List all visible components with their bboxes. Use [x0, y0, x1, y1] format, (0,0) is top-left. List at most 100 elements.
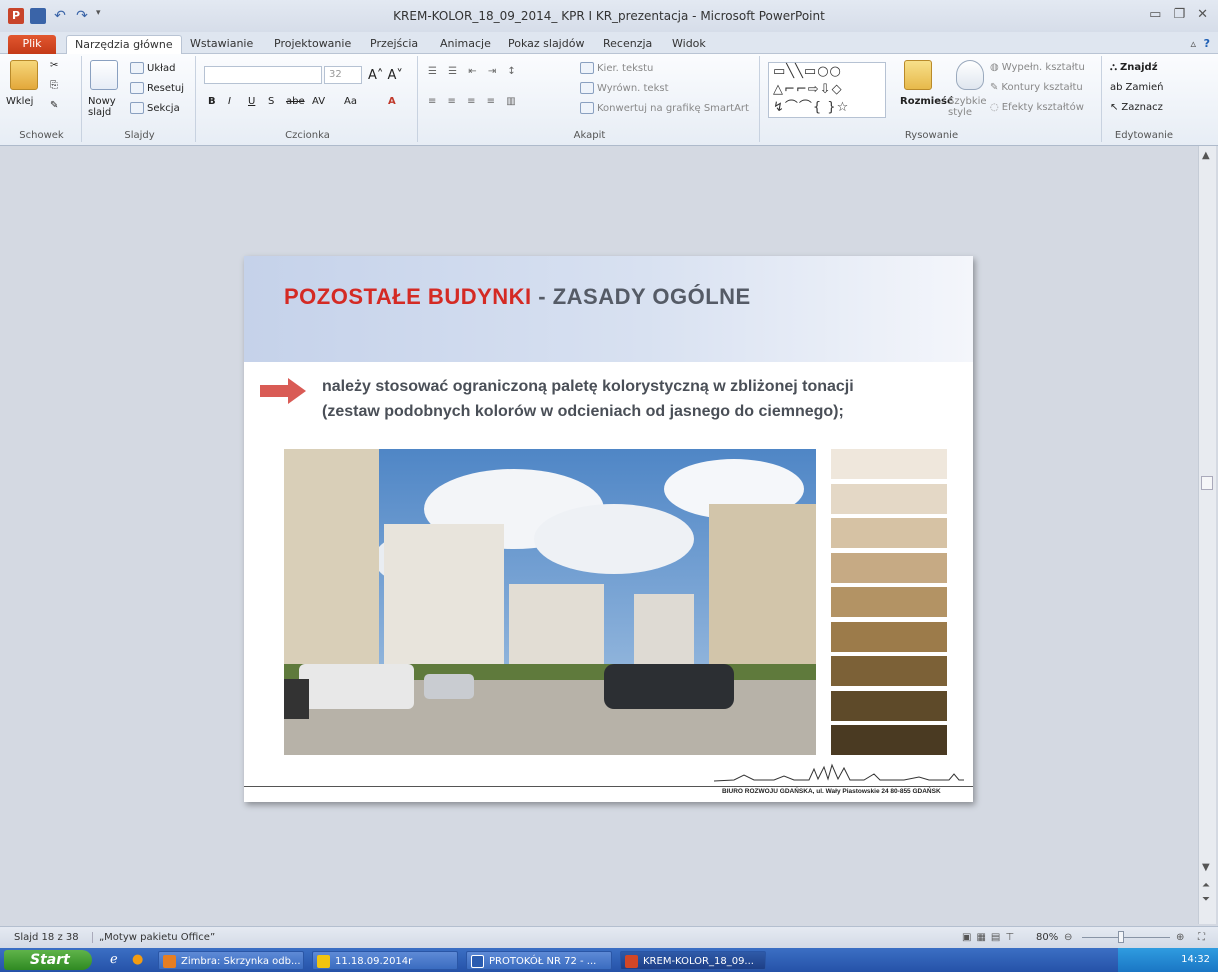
group-label: Rysowanie: [904, 130, 959, 141]
layout-button[interactable]: Układ: [130, 62, 175, 74]
zoom-out-icon[interactable]: ⊖: [1064, 932, 1072, 943]
underline-button[interactable]: U: [248, 96, 255, 107]
help-icon[interactable]: ?: [1196, 35, 1218, 54]
italic-button[interactable]: I: [228, 96, 231, 107]
copy-icon[interactable]: ⎘: [50, 80, 58, 91]
new-slide-button[interactable]: Nowy slajd: [88, 96, 124, 118]
vertical-scrollbar[interactable]: ▲ ▼ ⏶ ⏷: [1198, 146, 1216, 924]
tab-slideshow[interactable]: Pokaz slajdów: [500, 35, 592, 54]
cut-icon[interactable]: ✂: [50, 60, 58, 71]
select-button[interactable]: ↖ Zaznacz: [1110, 102, 1163, 113]
shape-outline-button[interactable]: ✎ Kontury kształtu: [990, 82, 1083, 93]
tab-design[interactable]: Projektowanie: [266, 35, 359, 54]
arrange-button[interactable]: Rozmieść: [900, 96, 953, 107]
group-paragraph: ☰ ☰ ⇤ ⇥ ↕ ≡ ≡ ≡ ≡ ▥ Kier. tekstu Wyrówn.…: [420, 56, 760, 142]
zoom-slider[interactable]: [1082, 937, 1170, 938]
swatch: [831, 690, 947, 721]
char-spacing-button[interactable]: AV: [312, 96, 325, 107]
align-text-label: Wyrówn. tekst: [597, 82, 669, 94]
group-label: Edytowanie: [1114, 130, 1174, 141]
paste-icon[interactable]: [10, 60, 38, 90]
layout-icon: [130, 62, 144, 74]
tab-home[interactable]: Narzędzia główne: [66, 35, 182, 54]
quick-styles-button[interactable]: Szybkie style: [948, 96, 987, 118]
grow-font-icon[interactable]: A˄ A˅: [368, 68, 403, 83]
next-slide-icon[interactable]: ⏷: [1202, 894, 1210, 905]
tab-review[interactable]: Recenzja: [595, 35, 660, 54]
ie-icon[interactable]: ℯ: [110, 952, 118, 967]
close-icon[interactable]: ✕: [1197, 7, 1208, 22]
section-button[interactable]: Sekcja: [130, 102, 180, 114]
slide-title-highlight: POZOSTAŁE BUDYNKI: [284, 284, 532, 309]
format-painter-icon[interactable]: ✎: [50, 100, 58, 111]
restore-icon[interactable]: ❐: [1173, 7, 1185, 22]
layout-label: Układ: [147, 62, 176, 74]
tab-insert[interactable]: Wstawianie: [182, 35, 261, 54]
slide-counter: Slajd 18 z 38: [14, 932, 79, 943]
text-direction-button[interactable]: Kier. tekstu: [580, 62, 653, 74]
view-buttons-icon[interactable]: ▣▦▤⊤: [962, 932, 1019, 943]
previous-slide-icon[interactable]: ⏶: [1202, 880, 1210, 891]
taskbar-item-powerpoint[interactable]: KREM-KOLOR_18_09...: [620, 951, 766, 970]
font-size-combo[interactable]: 32: [324, 66, 362, 84]
font-color-icon[interactable]: A: [388, 96, 396, 107]
slide-title[interactable]: POZOSTAŁE BUDYNKI - ZASADY OGÓLNE: [284, 284, 751, 310]
tab-file[interactable]: Plik: [8, 35, 56, 54]
shape-effects-button[interactable]: ◌ Efekty kształtów: [990, 102, 1084, 113]
change-case-button[interactable]: Aa: [344, 96, 357, 107]
list-buttons-icon[interactable]: ☰ ☰ ⇤ ⇥ ↕: [428, 66, 520, 77]
swatch: [831, 621, 947, 652]
shadow-button[interactable]: S: [268, 96, 274, 107]
start-button[interactable]: Start: [4, 950, 92, 970]
align-buttons-icon[interactable]: ≡ ≡ ≡ ≡ ▥: [428, 96, 520, 107]
firefox-icon: [163, 955, 176, 968]
arrange-icon[interactable]: [904, 60, 932, 90]
taskbar-item-zimbra[interactable]: Zimbra: Skrzynka odb...: [158, 951, 304, 970]
red-arrow-icon: [260, 378, 306, 404]
tab-view[interactable]: Widok: [664, 35, 714, 54]
bullet-text[interactable]: należy stosować ograniczoną paletę kolor…: [322, 374, 952, 424]
smartart-icon: [580, 102, 594, 114]
taskbar-item-folder[interactable]: 11.18.09.2014r: [312, 951, 458, 970]
group-label: Akapit: [573, 130, 606, 141]
taskbar-item-label: KREM-KOLOR_18_09...: [643, 956, 754, 967]
strike-button[interactable]: abe: [286, 96, 305, 107]
cursor-icon: ↖: [1110, 102, 1119, 113]
binoculars-icon: ⛬: [1110, 62, 1117, 73]
minimize-icon[interactable]: ▭: [1149, 7, 1161, 22]
theme-name[interactable]: „Motyw pakietu Office”: [92, 932, 215, 943]
firefox-icon[interactable]: ●: [132, 952, 143, 967]
new-slide-icon[interactable]: [90, 60, 118, 90]
align-text-icon: [580, 82, 594, 94]
tab-animations[interactable]: Animacje: [432, 35, 499, 54]
zoom-in-icon[interactable]: ⊕: [1176, 932, 1184, 943]
reset-label: Resetuj: [147, 82, 185, 94]
tray-clock[interactable]: 14:32: [1181, 954, 1210, 965]
tab-transitions[interactable]: Przejścia: [362, 35, 426, 54]
font-family-combo[interactable]: [204, 66, 322, 84]
find-button[interactable]: ⛬ Znajdź: [1110, 62, 1158, 73]
zoom-slider-thumb[interactable]: [1118, 931, 1124, 943]
scroll-down-icon[interactable]: ▼: [1202, 862, 1210, 873]
fit-to-window-icon[interactable]: ⛶: [1198, 932, 1205, 943]
scroll-thumb[interactable]: [1201, 476, 1213, 490]
smartart-button[interactable]: Konwertuj na grafikę SmartArt: [580, 102, 749, 114]
reset-button[interactable]: Resetuj: [130, 82, 184, 94]
replace-button[interactable]: ab Zamień: [1110, 82, 1163, 93]
taskbar-item-word[interactable]: PROTOKÓŁ NR 72 - ...: [466, 951, 612, 970]
shape-fill-button[interactable]: ◍ Wypełn. kształtu: [990, 62, 1085, 73]
group-clipboard: Wklej ✂ ⎘ ✎ Schowek: [2, 56, 82, 142]
quick-styles-icon[interactable]: [956, 60, 984, 90]
slide-canvas[interactable]: POZOSTAŁE BUDYNKI - ZASADY OGÓLNE należy…: [244, 256, 973, 802]
bold-button[interactable]: B: [208, 96, 216, 107]
paste-button[interactable]: Wklej: [6, 96, 33, 107]
swatch: [831, 725, 947, 755]
skyline-logo: [714, 763, 964, 782]
taskbar-item-label: Zimbra: Skrzynka odb...: [181, 956, 301, 967]
align-text-button[interactable]: Wyrówn. tekst: [580, 82, 669, 94]
zoom-level[interactable]: 80%: [1036, 932, 1058, 943]
scroll-up-icon[interactable]: ▲: [1202, 150, 1210, 161]
section-icon: [130, 102, 144, 114]
replace-label: Zamień: [1125, 82, 1164, 93]
shapes-gallery[interactable]: ▭╲╲▭○○ △⌐⌐⇨⇩◇ ↯⌒⌒{ }☆: [768, 62, 886, 118]
